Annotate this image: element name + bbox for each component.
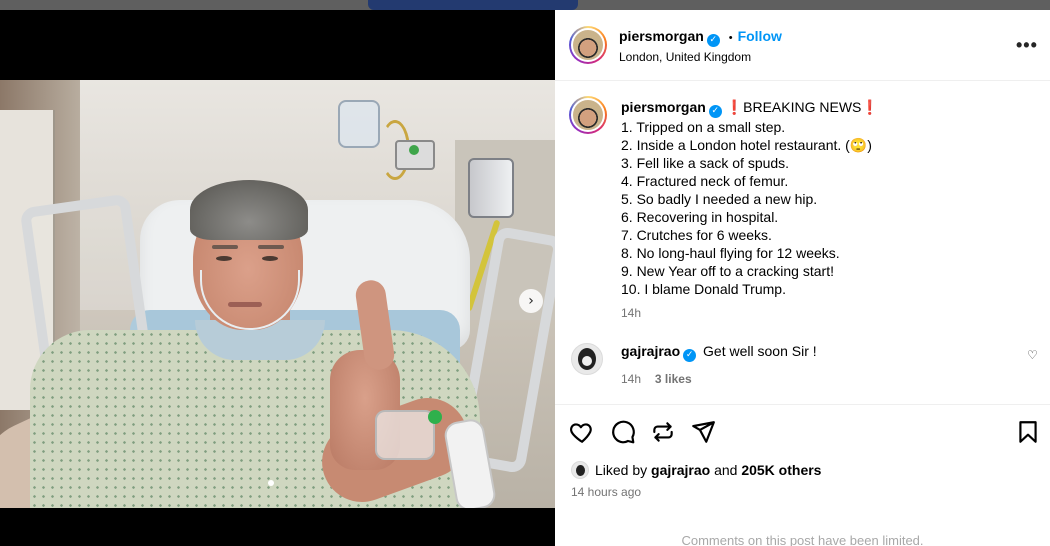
- author-location[interactable]: London, United Kingdom: [619, 50, 751, 64]
- caption-avatar[interactable]: [569, 96, 607, 134]
- photo-hair: [190, 180, 308, 240]
- photo-mouth: [228, 302, 262, 307]
- photo-iv-port: [428, 410, 442, 424]
- author-line: piersmorgan ✓ • Follow: [619, 28, 782, 47]
- comment: gajrajrao ✓ Get well soon Sir ! 14h 3 lik…: [621, 343, 1011, 386]
- comment-line: gajrajrao ✓ Get well soon Sir !: [621, 343, 1011, 362]
- verified-badge-icon: ✓: [683, 349, 697, 362]
- photo-brow: [258, 245, 284, 249]
- photo-eye: [216, 256, 232, 261]
- post-timestamp[interactable]: 14 hours ago: [571, 485, 641, 499]
- likes-prefix: Liked by: [595, 462, 648, 478]
- photo-brow: [212, 245, 238, 249]
- photo-valve-green: [409, 145, 419, 155]
- carousel-dot: [268, 480, 274, 486]
- caption-title-line: piersmorgan ✓ ❗BREAKING NEWS❗: [621, 98, 1031, 118]
- post-media: ›: [0, 10, 555, 546]
- author-username[interactable]: piersmorgan: [619, 28, 704, 44]
- more-options-icon[interactable]: •••: [1016, 35, 1038, 56]
- photo-iv-dressing: [375, 410, 435, 460]
- backdrop-blob: [368, 0, 578, 10]
- comment-time[interactable]: 14h: [621, 372, 641, 386]
- caption-title: BREAKING NEWS: [743, 99, 862, 115]
- caption-line: 3. Fell like a sack of spuds.: [621, 155, 790, 171]
- carousel-next-button[interactable]: ›: [519, 289, 543, 313]
- caption-line: 9. New Year off to a cracking start!: [621, 263, 834, 279]
- action-section: Liked by gajrajrao and 205K others 14 ho…: [555, 404, 1050, 546]
- caption-line: 1. Tripped on a small step.: [621, 119, 786, 135]
- comment-likes[interactable]: 3 likes: [655, 372, 692, 386]
- chevron-right-icon: ›: [528, 293, 534, 309]
- verified-badge-icon: ✓: [708, 105, 722, 118]
- author-avatar[interactable]: [569, 26, 607, 64]
- post-panel: piersmorgan ✓ • Follow London, United King…: [555, 10, 1050, 546]
- likes-others[interactable]: 205K others: [741, 462, 821, 478]
- comment-icon[interactable]: [610, 419, 636, 445]
- caption-time[interactable]: 14h: [621, 304, 1031, 322]
- comment-username[interactable]: gajrajrao: [621, 343, 680, 359]
- caption-line: 7. Crutches for 6 weeks.: [621, 227, 772, 243]
- caption-username[interactable]: piersmorgan: [621, 99, 706, 115]
- exclamation-icon: ❗: [725, 99, 744, 115]
- comment-text: Get well soon Sir !: [703, 343, 817, 359]
- caption-line: 4. Fractured neck of femur.: [621, 173, 789, 189]
- post-photo[interactable]: [0, 80, 555, 508]
- liker-avatar[interactable]: [571, 461, 589, 479]
- photo-eye: [262, 256, 278, 261]
- bookmark-icon[interactable]: [1015, 419, 1041, 445]
- likes-summary: Liked by gajrajrao and 205K others: [571, 461, 821, 479]
- likes-and: and: [714, 462, 738, 478]
- share-icon[interactable]: [690, 419, 716, 445]
- separator-dot: •: [728, 32, 733, 44]
- repost-icon[interactable]: [650, 419, 676, 445]
- verified-badge-icon: ✓: [706, 34, 720, 47]
- caption-line: 8. No long-haul flying for 12 weeks.: [621, 245, 840, 261]
- photo-iv-bag: [338, 100, 380, 148]
- photo-canister: [468, 158, 514, 218]
- post-header: piersmorgan ✓ • Follow London, United King…: [555, 10, 1050, 81]
- comments-limited-notice: Comments on this post have been limited.: [681, 533, 924, 546]
- caption-line: 2. Inside a London hotel restaurant. (🙄): [621, 137, 872, 153]
- follow-button[interactable]: Follow: [738, 28, 782, 44]
- commenter-avatar[interactable]: [571, 343, 603, 375]
- comment-meta: 14h 3 likes: [621, 370, 1011, 386]
- comment-like-heart-icon[interactable]: ♡: [1027, 348, 1038, 362]
- caption: piersmorgan ✓ ❗BREAKING NEWS❗ 1. Tripped …: [621, 98, 1031, 322]
- caption-line: 6. Recovering in hospital.: [621, 209, 779, 225]
- like-heart-icon[interactable]: [569, 419, 595, 445]
- liker-username[interactable]: gajrajrao: [651, 462, 710, 478]
- exclamation-icon: ❗: [861, 99, 879, 115]
- caption-line: 5. So badly I needed a new hip.: [621, 191, 818, 207]
- caption-line: 10. I blame Donald Trump.: [621, 281, 786, 297]
